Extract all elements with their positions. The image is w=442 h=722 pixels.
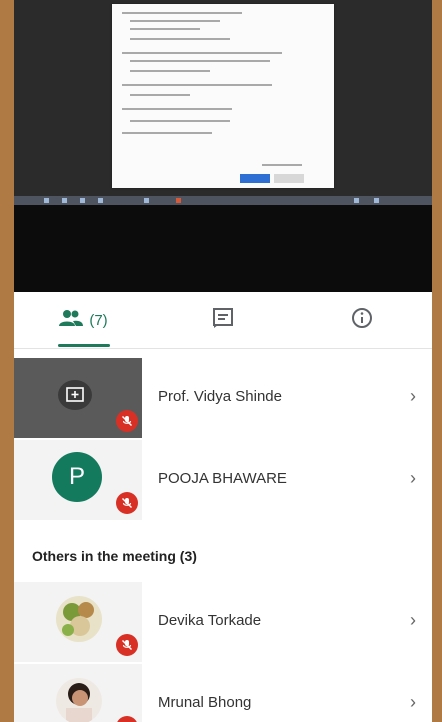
chat-icon [212, 307, 234, 333]
present-screen-icon [58, 380, 92, 410]
shared-screen[interactable] [14, 0, 432, 292]
participant-name: Devika Torkade [158, 612, 262, 629]
mic-off-icon [116, 410, 138, 432]
participant-row[interactable]: Prof. Vidya Shinde › [14, 358, 432, 438]
others-section-label: Others in the meeting (3) [32, 548, 197, 564]
participant-tile [14, 664, 142, 722]
avatar [56, 678, 102, 722]
meeting-window: (7) Prof. Vidya Shinde › P POOJA BHAWARE… [14, 0, 432, 722]
participant-tile [14, 358, 142, 438]
chevron-right-icon[interactable]: › [410, 610, 416, 631]
participant-tile [14, 582, 142, 662]
chevron-right-icon[interactable]: › [410, 386, 416, 407]
mic-off-icon [116, 634, 138, 656]
shared-taskbar [14, 196, 432, 205]
participant-name: POOJA BHAWARE [158, 470, 287, 487]
people-icon [59, 308, 84, 332]
tab-chat[interactable] [153, 292, 292, 348]
participant-name: Prof. Vidya Shinde [158, 388, 282, 405]
tab-info[interactable] [292, 292, 431, 348]
participant-row[interactable]: P POOJA BHAWARE › [14, 440, 432, 520]
avatar [56, 596, 102, 642]
shared-screen-content [14, 0, 432, 196]
shared-document [112, 4, 334, 188]
participant-row[interactable]: Mrunal Bhong › [14, 664, 432, 722]
tab-people-count: (7) [89, 311, 108, 329]
info-icon [351, 307, 373, 333]
avatar: P [52, 452, 102, 502]
participant-tile: P [14, 440, 142, 520]
participant-name: Mrunal Bhong [158, 694, 252, 711]
chevron-right-icon[interactable]: › [410, 692, 416, 713]
active-tab-indicator [58, 344, 110, 347]
tab-bar: (7) [14, 292, 432, 349]
mic-off-icon [116, 716, 138, 722]
chevron-right-icon[interactable]: › [410, 468, 416, 489]
mic-off-icon [116, 492, 138, 514]
participant-row[interactable]: Devika Torkade › [14, 582, 432, 662]
tab-people[interactable]: (7) [14, 292, 153, 348]
